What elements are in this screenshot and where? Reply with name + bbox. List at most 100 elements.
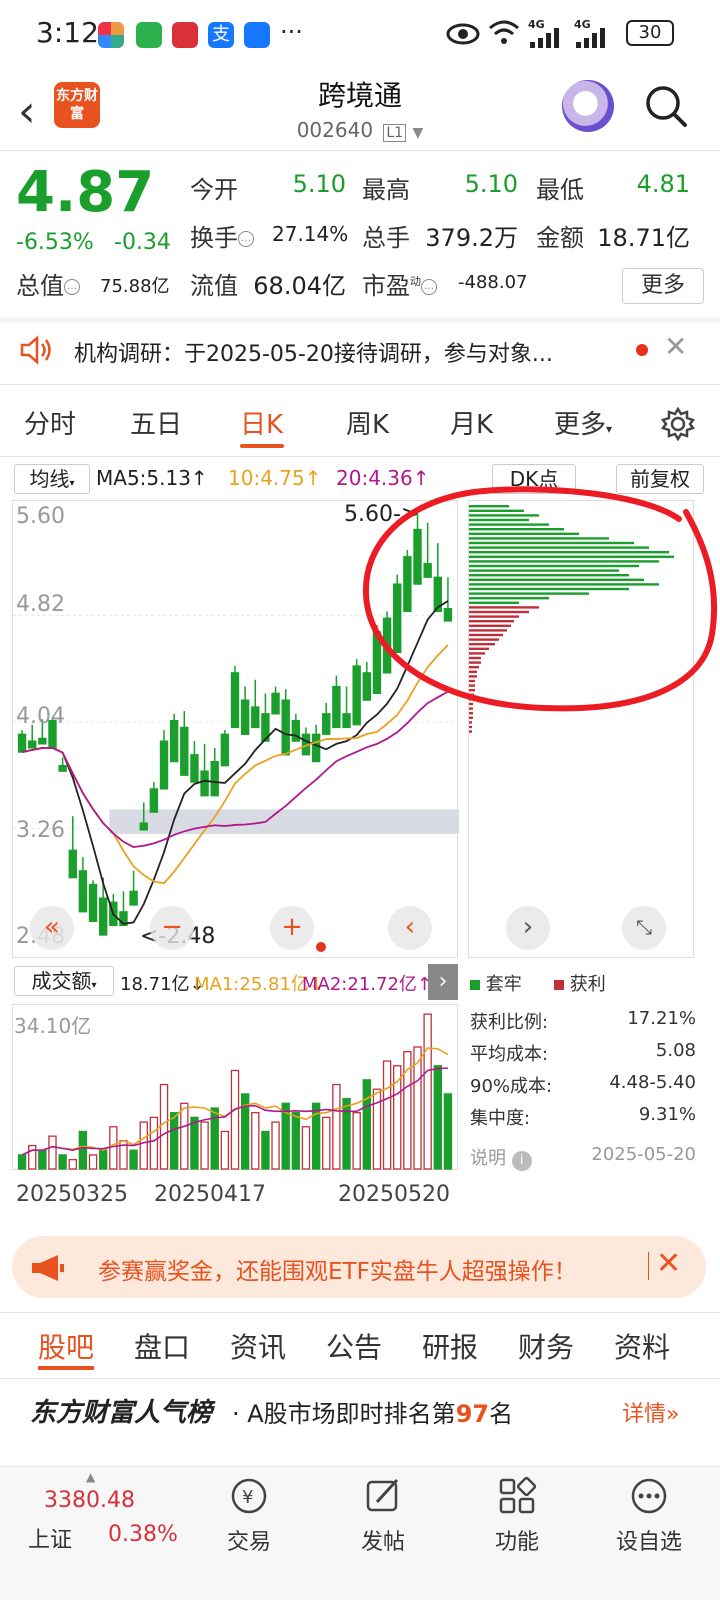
divider: [0, 456, 720, 457]
robot-assistant-icon[interactable]: [562, 80, 614, 132]
amount-label: 金额: [536, 224, 584, 252]
candle-body: [38, 737, 47, 745]
index-change[interactable]: 0.38%: [108, 1522, 178, 1547]
volume-bar: [139, 1121, 148, 1170]
stock-code-row[interactable]: 002640 L1 ▼: [0, 118, 720, 142]
nav-functions[interactable]: 功能: [462, 1476, 572, 1556]
nav-post-label: 发帖: [360, 1530, 405, 1555]
notice-text[interactable]: 机构调研：于2025-05-20接待调研，参与对象...: [74, 336, 553, 368]
details-link[interactable]: 详情»: [622, 1396, 679, 1428]
volume-bar: [180, 1102, 189, 1170]
hand-drawn-circle-annotation: [362, 486, 718, 712]
tab-monthly-k[interactable]: 月K: [450, 404, 493, 441]
explain-link[interactable]: 说明 i: [470, 1144, 532, 1171]
chip-bar-profit: [469, 730, 472, 733]
divider: [0, 1378, 720, 1379]
candle-body: [210, 760, 219, 797]
close-banner-icon[interactable]: ✕: [656, 1246, 681, 1281]
high-label: 最高: [362, 176, 410, 204]
expand-icon[interactable]: ⤡: [622, 906, 666, 950]
chevron-down-icon: ▼: [412, 125, 424, 141]
volume-bar: [98, 1149, 108, 1170]
volume-label: 总手: [362, 224, 410, 252]
promo-text[interactable]: 参赛赢奖金，还能围观ETF实盘牛人超强操作！: [98, 1252, 577, 1286]
close-notice-icon[interactable]: ✕: [664, 330, 687, 363]
nav-trade[interactable]: ¥ 交易: [194, 1476, 304, 1556]
chevron-right-icon[interactable]: ›: [506, 906, 550, 950]
volume-value: 18.71亿↓: [120, 974, 205, 995]
index-name[interactable]: 上证: [28, 1522, 72, 1554]
battery-icon: 30: [626, 20, 674, 46]
tab-intraday[interactable]: 分时: [24, 404, 76, 441]
candle-body: [98, 897, 108, 936]
volume-bar: [190, 1116, 199, 1170]
pe-value: -488.07: [458, 272, 528, 293]
divider: [648, 1252, 649, 1280]
chip-bar-profit: [469, 725, 472, 729]
app-blue-icon: [244, 22, 270, 48]
candle-body: [251, 706, 260, 729]
tab-daily-k[interactable]: 日K: [240, 404, 283, 441]
tab-forum[interactable]: 股吧: [38, 1326, 94, 1366]
caret-up-icon: ▲: [86, 1470, 96, 1484]
search-icon[interactable]: [644, 84, 688, 128]
popularity-brand: 东方财富人气榜: [30, 1398, 213, 1428]
volume-bar: [58, 1154, 67, 1170]
volume-bar: [200, 1121, 209, 1170]
volume-value: 379.2万: [425, 224, 518, 252]
more-quote-button[interactable]: 更多: [622, 268, 704, 304]
stat-label: 平均成本:: [470, 1044, 549, 1065]
change-percent: -6.53%: [16, 230, 94, 255]
dist-date: 2025-05-20: [591, 1144, 696, 1165]
tab-news[interactable]: 资讯: [230, 1326, 286, 1366]
info-icon[interactable]: …: [238, 231, 254, 247]
tab-more[interactable]: 更多▾: [554, 404, 612, 441]
tab-announcements[interactable]: 公告: [326, 1326, 382, 1366]
index-value[interactable]: 3380.48: [44, 1488, 135, 1513]
volume-bar: [362, 1079, 372, 1170]
volume-ma2: MA2:21.72亿↑: [302, 974, 432, 995]
app-notification-icon: [98, 22, 124, 48]
info-icon[interactable]: …: [421, 279, 437, 295]
divider: [0, 384, 720, 385]
info-icon: i: [511, 1151, 532, 1171]
divider: [0, 150, 720, 151]
tab-finance[interactable]: 财务: [518, 1326, 574, 1366]
volume-bar: [88, 1154, 98, 1170]
candle-body: [281, 699, 290, 756]
tab-research[interactable]: 研报: [422, 1326, 478, 1366]
tab-orderbook[interactable]: 盘口: [134, 1326, 190, 1366]
zoom-out-icon[interactable]: −: [150, 906, 194, 950]
ma-select[interactable]: 均线▾: [14, 464, 90, 494]
zoom-in-icon[interactable]: +: [270, 906, 314, 950]
candle-body: [68, 849, 77, 879]
candle-body: [190, 754, 199, 783]
tab-weekly-k[interactable]: 周K: [346, 404, 389, 441]
chevron-right-icon[interactable]: ›: [428, 964, 458, 1000]
tab-profile[interactable]: 资料: [614, 1326, 670, 1366]
rewind-icon[interactable]: «: [30, 906, 74, 950]
pe-label: 市盈动…: [362, 266, 437, 301]
tab-five-day[interactable]: 五日: [130, 404, 182, 441]
nav-post[interactable]: 发帖: [328, 1476, 438, 1556]
volume-select[interactable]: 成交额▾: [14, 966, 114, 996]
volume-bar: [68, 1158, 77, 1170]
candle-body: [342, 713, 351, 729]
volume-bar: [332, 1083, 341, 1170]
volume-bar: [149, 1116, 159, 1170]
nav-add-watchlist[interactable]: 设自选: [594, 1476, 704, 1556]
app-red-icon: [172, 22, 198, 48]
megaphone-icon: [32, 1255, 64, 1281]
chevron-left-icon[interactable]: ‹: [388, 906, 432, 950]
volume-bar: [271, 1121, 280, 1170]
volume-bar: [109, 1126, 118, 1170]
high-value: 5.10: [464, 170, 518, 198]
eye-icon: [446, 23, 480, 45]
volume-bar: [301, 1126, 311, 1170]
candle-body: [240, 699, 250, 735]
gear-icon[interactable]: [660, 406, 696, 442]
popularity-rank: 97: [455, 1400, 490, 1428]
low-value: 4.81: [636, 170, 690, 198]
candle-body: [220, 733, 230, 767]
info-icon[interactable]: …: [64, 279, 80, 295]
